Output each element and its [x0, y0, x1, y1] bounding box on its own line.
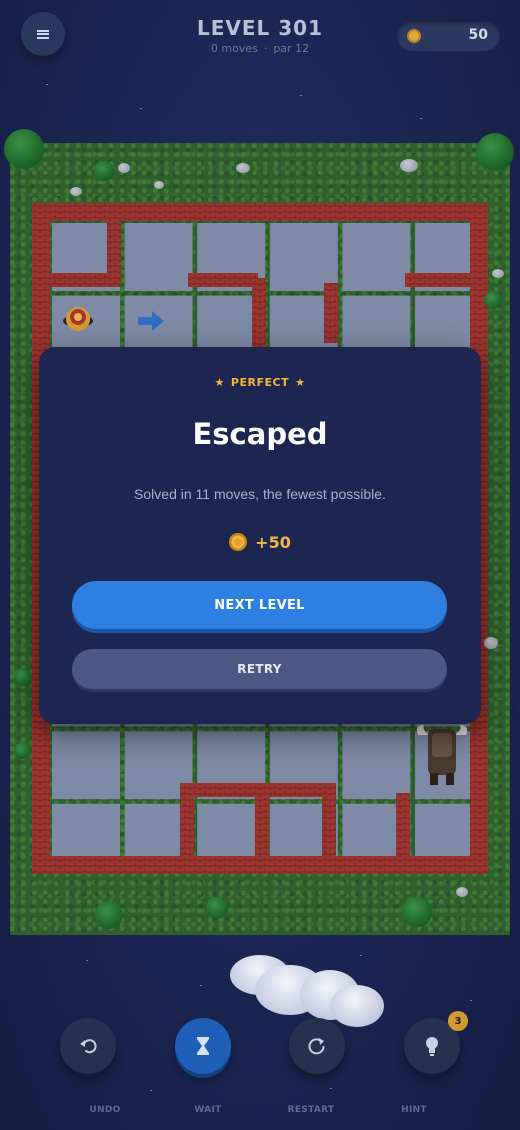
lightbulb-icon	[426, 1037, 438, 1056]
star-speck	[46, 84, 48, 85]
star-speck	[330, 1088, 332, 1089]
tree-bush	[4, 129, 44, 169]
star-speck	[420, 118, 422, 119]
coin-icon	[229, 533, 248, 551]
coin-reward: +50	[39, 531, 481, 553]
floor-tile[interactable]	[342, 223, 411, 291]
undo-button[interactable]	[60, 1018, 116, 1074]
explorer-character-icon	[63, 307, 93, 331]
rating-text: PERFECT	[230, 376, 290, 389]
rock	[400, 159, 418, 172]
result-title: Escaped	[192, 417, 328, 451]
hint-count-badge: 3	[448, 1011, 468, 1031]
wait-label: WAIT	[194, 1105, 222, 1115]
moves-count: 0 moves	[210, 42, 258, 55]
rock	[492, 269, 504, 278]
star-speck	[200, 985, 202, 986]
tree-bush	[14, 743, 30, 759]
floor-tile[interactable]	[52, 731, 120, 800]
restart-button[interactable]	[289, 1018, 345, 1074]
star-speck	[360, 955, 362, 956]
reward-amount: +50	[255, 532, 291, 552]
retry-button[interactable]: RETRY	[72, 649, 447, 689]
star-icon: ★	[214, 376, 225, 389]
level-complete-dialog: ★ PERFECT ★ Escaped Solved in 11 moves, th…	[39, 347, 481, 724]
hint-label: HINT	[401, 1105, 427, 1115]
rock	[236, 163, 250, 173]
star-speck	[470, 1000, 472, 1001]
rock	[70, 187, 82, 196]
tree-bush	[14, 668, 32, 686]
rating-label: ★ PERFECT ★	[39, 376, 481, 389]
undo-icon	[80, 1039, 97, 1054]
tree-bush	[476, 133, 514, 171]
star-speck	[150, 1090, 152, 1091]
par-count: par 12	[273, 42, 310, 55]
result-message: Solved in 11 moves, the fewest possible.	[134, 486, 386, 502]
hourglass-icon	[197, 1037, 209, 1055]
cloud	[330, 985, 384, 1027]
undo-label: UNDO	[89, 1105, 121, 1115]
star-speck	[140, 108, 142, 109]
floor-tile[interactable]	[124, 223, 193, 291]
tree-bush	[484, 291, 502, 309]
next-level-button[interactable]: NEXT LEVEL	[72, 581, 447, 629]
tree-bush	[94, 161, 114, 181]
rock	[118, 163, 130, 173]
tree-bush	[402, 897, 432, 927]
rock	[484, 637, 498, 649]
rock	[456, 887, 468, 897]
rock	[154, 181, 164, 189]
star-speck	[300, 95, 302, 96]
coin-balance: 50	[397, 21, 500, 51]
floor-tile[interactable]	[342, 731, 411, 800]
wait-button[interactable]	[175, 1018, 231, 1074]
coin-count: 50	[468, 27, 488, 43]
tree-bush	[206, 897, 228, 919]
floor-tile[interactable]	[269, 223, 338, 291]
stats-separator: ·	[263, 42, 268, 55]
coin-icon	[407, 29, 421, 43]
restart-icon	[308, 1038, 325, 1055]
tree-bush	[95, 901, 123, 929]
star-speck	[86, 960, 88, 961]
minotaur-icon	[416, 725, 468, 785]
arrow-right-icon	[138, 311, 164, 331]
restart-label: RESTART	[287, 1105, 335, 1115]
star-icon: ★	[295, 376, 306, 389]
